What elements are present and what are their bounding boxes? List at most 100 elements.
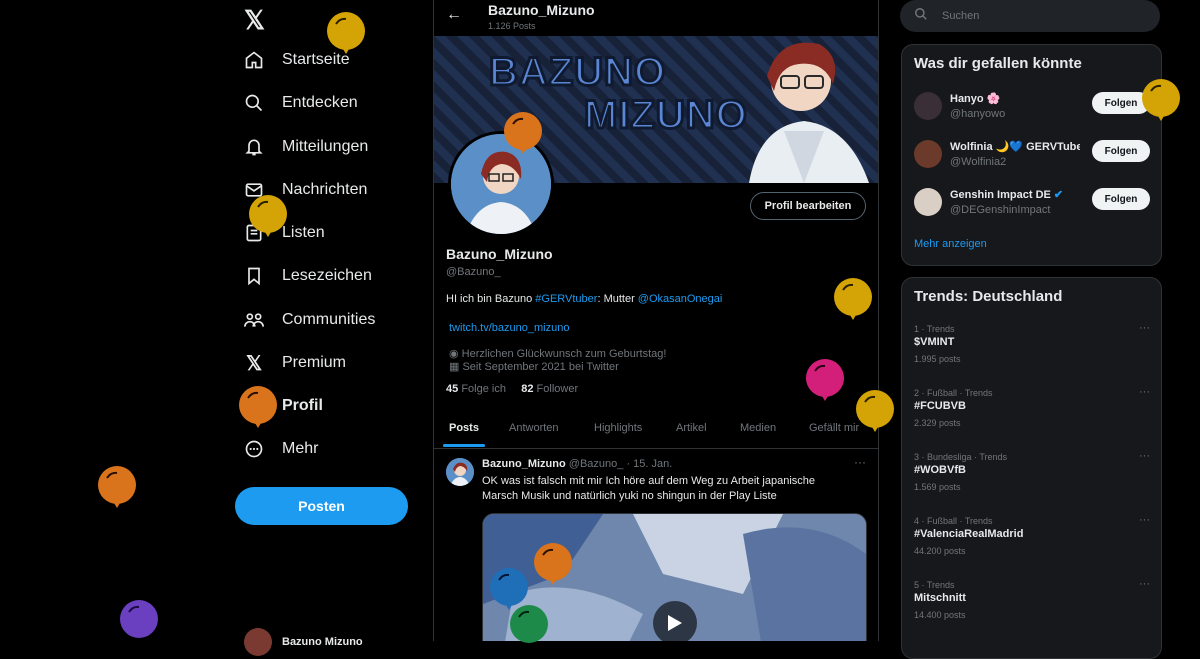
tab-highlights[interactable]: Highlights [594, 422, 642, 434]
tab-articles[interactable]: Artikel [676, 422, 707, 434]
suggestion-item[interactable]: Genshin Impact DE ✔ @DEGenshinImpact Fol… [914, 186, 1150, 222]
nav-item-label: Nachrichten [282, 181, 368, 198]
hashtag-link[interactable]: #GERVtuber [535, 293, 597, 305]
trend-item[interactable]: 5 · Trends Mitschnitt 14.400 posts ··· [914, 578, 1150, 632]
trend-item[interactable]: 2 · Fußball · Trends #FCUBVB 2.329 posts… [914, 386, 1150, 440]
trend-count: 14.400 posts [914, 610, 966, 620]
profile-name: Bazuno_Mizuno [446, 246, 553, 262]
tweet-avatar[interactable] [446, 458, 474, 486]
back-arrow-icon[interactable]: ← [446, 6, 462, 24]
balloon-icon [327, 12, 365, 54]
suggestion-handle: @DEGenshinImpact [950, 204, 1051, 216]
post-button[interactable]: Posten [235, 487, 408, 525]
birthday-text: Herzlichen Glückwunsch zum Geburtstag! [461, 348, 667, 360]
balloon-icon [534, 543, 572, 585]
avatar [914, 92, 942, 120]
show-more-link[interactable]: Mehr anzeigen [914, 238, 987, 250]
nav-item-label: Entdecken [282, 94, 358, 111]
suggestion-name-text: Genshin Impact DE [950, 189, 1051, 201]
suggestion-name: Genshin Impact DE ✔ [950, 188, 1080, 201]
trends-card: Trends: Deutschland 1 · Trends $VMINT 1.… [901, 277, 1162, 659]
profile-tabs: Posts Antworten Highlights Artikel Medie… [434, 412, 878, 449]
tweet-text: OK was ist falsch mit mir Ich höre auf d… [482, 475, 815, 502]
following-count: 45 [446, 383, 459, 395]
nav-item-more[interactable]: Mehr [242, 429, 318, 469]
bookmark-icon [242, 264, 266, 288]
tab-posts[interactable]: Posts [449, 422, 479, 434]
follow-button[interactable]: Folgen [1092, 140, 1150, 162]
trend-context: 2 · Fußball · Trends [914, 388, 993, 398]
suggestion-item[interactable]: Wolfinia 🌙💙 GERVTuber @Wolfinia2 Folgen [914, 138, 1150, 174]
more-circle-icon [242, 437, 266, 461]
profile-column: BAZUNO MIZUNO ← Bazuno_Mizuno 1.126 Post… [433, 0, 879, 641]
followers-link[interactable]: 82 Follower [521, 383, 578, 395]
balloon-icon [806, 359, 844, 401]
more-options-icon[interactable]: ··· [1139, 322, 1150, 334]
verified-badge-icon: ✔ [1053, 189, 1064, 201]
play-button-icon[interactable] [653, 601, 697, 641]
followers-count: 82 [521, 383, 534, 395]
nav-item-bookmarks[interactable]: Lesezeichen [242, 256, 372, 296]
trend-item[interactable]: 3 · Bundesliga · Trends #WOBVfB 1.569 po… [914, 450, 1150, 504]
tab-likes[interactable]: Gefällt mir [809, 422, 859, 434]
avatar [244, 628, 272, 656]
trend-name: Mitschnitt [914, 592, 966, 604]
tab-replies[interactable]: Antworten [509, 422, 559, 434]
suggestions-card: Was dir gefallen könnte Hanyo 🌸 @hanyowo… [901, 44, 1162, 266]
edit-profile-button[interactable]: Profil bearbeiten [750, 192, 866, 220]
banner-character-image [749, 42, 869, 183]
more-options-icon[interactable]: ··· [1139, 514, 1150, 526]
profile-bio: HI ich bin Bazuno #GERVtuber: Mutter @Ok… [446, 293, 722, 305]
nav-item-premium[interactable]: 𝕏 Premium [242, 343, 346, 383]
x-logo-icon[interactable]: 𝕏 [244, 5, 265, 36]
balloon-icon [834, 278, 872, 320]
more-options-icon[interactable]: ··· [854, 455, 866, 469]
profile-website-link[interactable]: twitch.tv/bazuno_mizuno [449, 322, 569, 334]
search-icon [914, 7, 928, 26]
tab-media[interactable]: Medien [740, 422, 776, 434]
following-link[interactable]: 45 Folge ich [446, 383, 506, 395]
trend-item[interactable]: 1 · Trends $VMINT 1.995 posts ··· [914, 322, 1150, 376]
tweet-date[interactable]: · 15. Jan. [626, 458, 672, 470]
page-title: Bazuno_Mizuno [488, 2, 595, 18]
birthday-line: ◉ Herzlichen Glückwunsch zum Geburtstag! [449, 347, 666, 360]
post-count: 1.126 Posts [488, 21, 536, 31]
home-icon [242, 48, 266, 72]
more-options-icon[interactable]: ··· [1139, 578, 1150, 590]
suggestion-item[interactable]: Hanyo 🌸 @hanyowo Folgen [914, 90, 1150, 126]
trends-title: Trends: Deutschland [914, 288, 1063, 305]
more-options-icon[interactable]: ··· [1139, 450, 1150, 462]
nav-item-label: Mehr [282, 440, 319, 457]
banner-text-line1: BAZUNO [487, 50, 667, 95]
tweet-author-name[interactable]: Bazuno_Mizuno [482, 458, 566, 470]
more-options-icon[interactable]: ··· [1139, 386, 1150, 398]
nav-item-label: Premium [282, 354, 347, 371]
bio-text: : Mutter [597, 293, 638, 305]
trend-context: 1 · Trends [914, 324, 955, 334]
nav-item-notifications[interactable]: Mitteilungen [242, 127, 368, 167]
following-label: Folge ich [461, 383, 506, 395]
nav-item-label: Communities [282, 311, 376, 328]
nav-item-explore[interactable]: Entdecken [242, 83, 358, 123]
trend-item[interactable]: 4 · Fußball · Trends #ValenciaRealMadrid… [914, 514, 1150, 568]
trend-count: 2.329 posts [914, 418, 961, 428]
follow-button[interactable]: Folgen [1092, 188, 1150, 210]
search-bar[interactable] [900, 0, 1160, 32]
balloon-icon: ◉ [449, 348, 462, 360]
avatar [914, 140, 942, 168]
nav-item-communities[interactable]: Communities [242, 300, 375, 340]
banner-text-line2: MIZUNO [583, 93, 749, 138]
search-input[interactable] [940, 9, 1124, 23]
balloon-icon [504, 112, 542, 154]
bio-text: HI ich bin Bazuno [446, 293, 536, 305]
trend-name: #ValenciaRealMadrid [914, 528, 1024, 540]
suggestion-name: Hanyo 🌸 [950, 93, 1001, 105]
account-switcher[interactable]: Bazuno Mizuno [244, 628, 363, 656]
calendar-icon: ▦ [449, 361, 463, 373]
tweet-header: Bazuno_Mizuno @Bazuno_ · 15. Jan. [482, 458, 672, 470]
mention-link[interactable]: @OkasanOnegai [638, 293, 723, 305]
trend-context: 5 · Trends [914, 580, 955, 590]
balloon-icon [1142, 79, 1180, 121]
active-tab-indicator [443, 444, 485, 447]
trend-name: #FCUBVB [914, 400, 966, 412]
